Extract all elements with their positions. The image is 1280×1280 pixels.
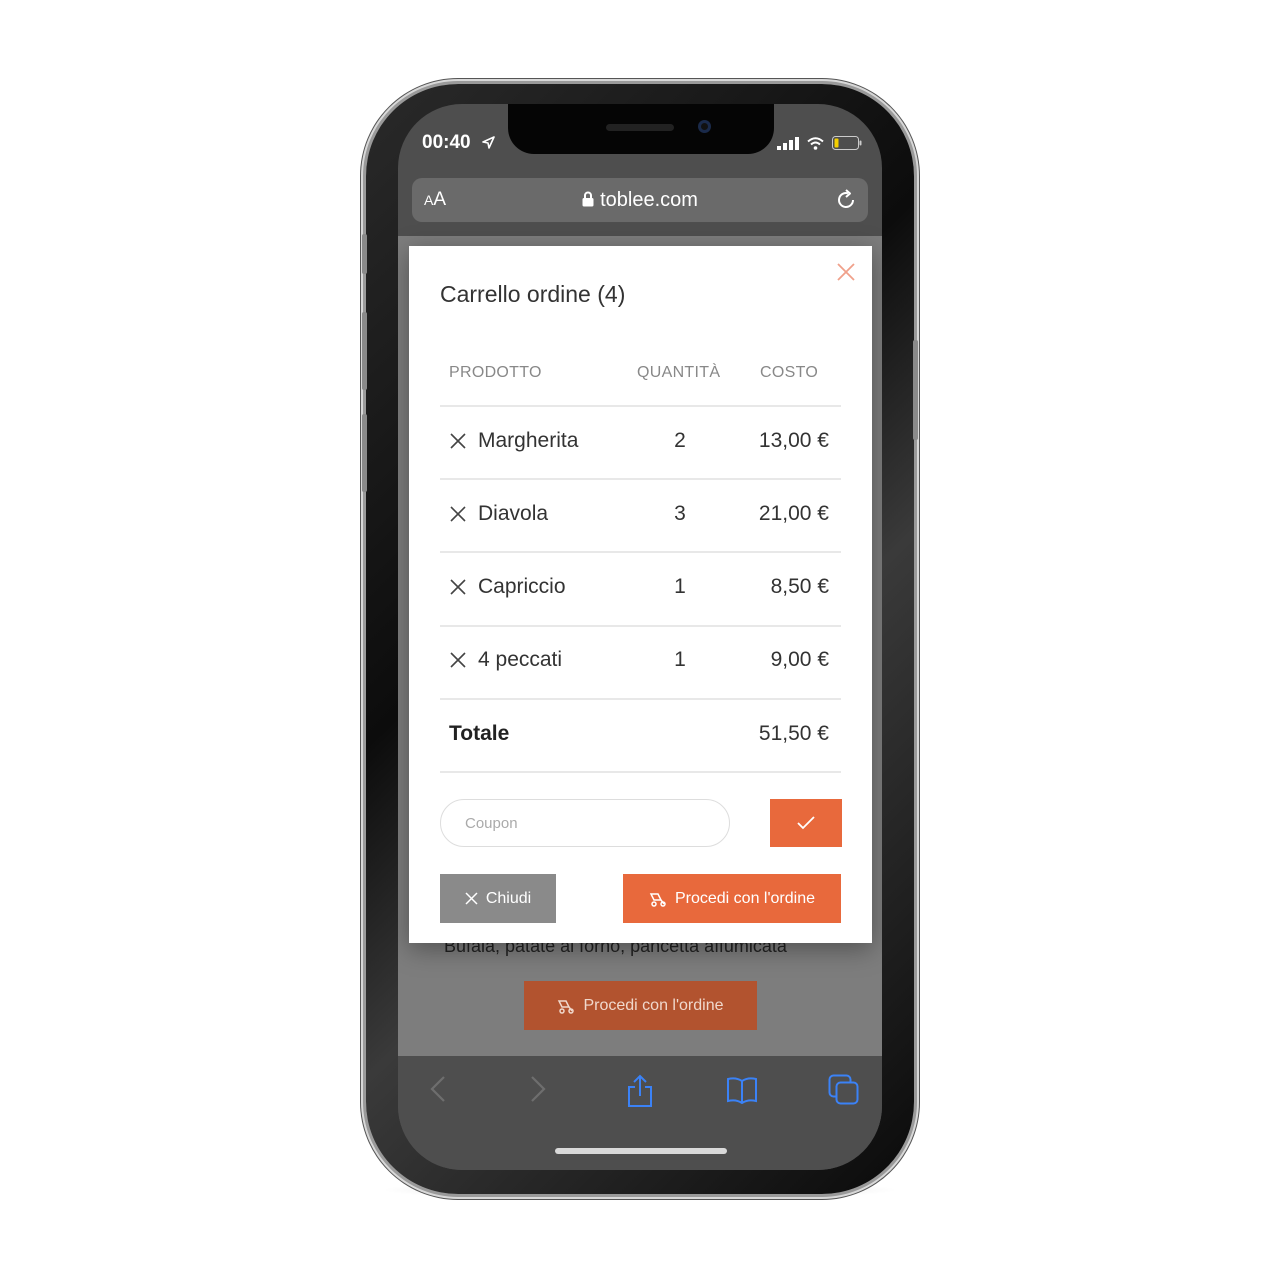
close-cart-label: Chiudi	[485, 889, 532, 907]
divider	[440, 625, 841, 627]
item-name: 4 peccati	[478, 648, 563, 671]
item-cost: 8,50 €	[770, 575, 829, 598]
close-icon	[465, 892, 478, 905]
scooter-icon	[558, 999, 575, 1014]
apply-coupon-button[interactable]	[770, 799, 842, 847]
forward-icon[interactable]	[528, 1074, 548, 1104]
address-bar[interactable]: AA toblee.com	[412, 178, 868, 222]
column-header-product: PRODOTTO	[449, 364, 542, 381]
volume-up-button	[362, 312, 367, 390]
remove-item-icon[interactable]	[450, 579, 466, 595]
bookmarks-icon[interactable]	[726, 1076, 758, 1104]
total-label: Totale	[449, 722, 510, 745]
volume-down-button	[362, 414, 367, 492]
item-quantity: 3	[674, 502, 686, 525]
column-header-quantity: QUANTITÀ	[637, 364, 721, 381]
tabs-icon[interactable]	[828, 1074, 860, 1106]
close-cart-button[interactable]: Chiudi	[440, 874, 556, 923]
lock-icon	[582, 191, 594, 207]
divider	[440, 771, 841, 773]
item-name: Diavola	[478, 502, 549, 525]
status-icons	[777, 136, 862, 150]
reload-icon[interactable]	[834, 188, 858, 212]
remove-item-icon[interactable]	[450, 652, 466, 668]
back-icon[interactable]	[428, 1074, 448, 1104]
url-display[interactable]: toblee.com	[412, 189, 868, 212]
proceed-order-label: Procedi con l'ordine	[674, 889, 816, 907]
item-cost: 21,00 €	[758, 502, 829, 525]
check-icon	[797, 816, 815, 830]
item-quantity: 2	[674, 429, 686, 452]
proceed-order-button[interactable]: Procedi con l'ordine	[623, 874, 841, 923]
notch	[508, 104, 774, 154]
item-cost: 13,00 €	[758, 429, 829, 452]
wifi-icon	[807, 136, 824, 150]
cart-modal: Carrello ordine (4) PRODOTTO QUANTITÀ CO…	[409, 246, 872, 943]
speaker	[606, 124, 674, 131]
column-header-cost: COSTO	[760, 364, 819, 381]
modal-title: Carrello ordine (4)	[440, 281, 626, 307]
mute-switch	[362, 234, 367, 274]
divider	[440, 698, 841, 700]
item-quantity: 1	[674, 575, 686, 598]
remove-item-icon[interactable]	[450, 506, 466, 522]
battery-icon	[832, 136, 862, 150]
divider	[440, 551, 841, 553]
divider	[440, 478, 841, 480]
remove-item-icon[interactable]	[450, 433, 466, 449]
browser-toolbar	[398, 1056, 882, 1170]
signal-icon	[777, 136, 799, 150]
phone-screen: 00:40 AA toblee.com Bufala, patate al fo…	[398, 104, 882, 1170]
scooter-icon	[649, 892, 666, 907]
home-indicator[interactable]	[555, 1148, 727, 1154]
item-name: Capriccio	[478, 575, 566, 598]
power-button	[913, 340, 918, 440]
status-time: 00:40	[422, 132, 471, 153]
share-icon[interactable]	[626, 1074, 654, 1108]
url-text: toblee.com	[600, 189, 698, 211]
page-proceed-button[interactable]: Procedi con l'ordine	[524, 981, 757, 1030]
item-quantity: 1	[674, 648, 686, 671]
front-camera	[698, 120, 711, 133]
item-cost: 9,00 €	[770, 648, 829, 671]
item-name: Margherita	[478, 429, 579, 452]
close-icon[interactable]	[836, 262, 856, 282]
location-arrow-icon	[482, 136, 495, 149]
coupon-input[interactable]	[440, 799, 730, 847]
divider	[440, 405, 841, 407]
total-value: 51,50 €	[758, 722, 829, 745]
page-proceed-label: Procedi con l'ordine	[583, 996, 724, 1014]
